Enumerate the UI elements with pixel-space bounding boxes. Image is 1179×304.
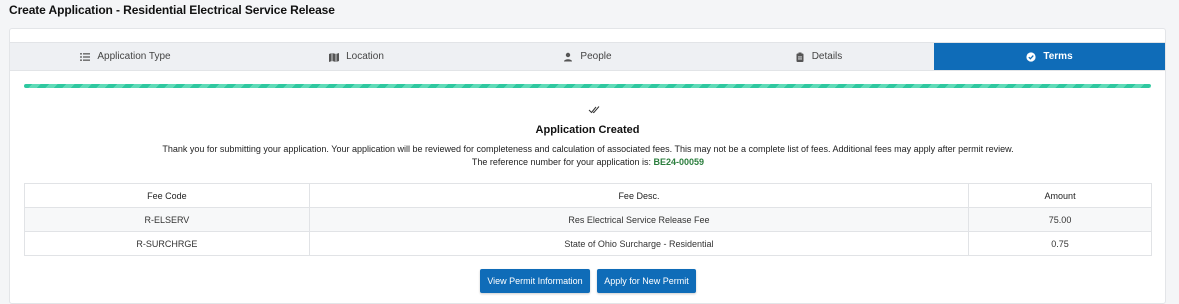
tab-terms[interactable]: Terms bbox=[934, 43, 1165, 70]
tab-label: People bbox=[580, 51, 612, 62]
tab-label: Location bbox=[346, 51, 384, 62]
header-fee-desc: Fee Desc. bbox=[308, 183, 970, 208]
confirmation-message: Thank you for submitting your applicatio… bbox=[160, 143, 1016, 169]
view-permit-button[interactable]: View Permit Information bbox=[480, 269, 590, 293]
tab-application-type[interactable]: Application Type bbox=[10, 43, 241, 70]
wizard-tabs: Application Type Location People Details… bbox=[10, 42, 1165, 71]
map-icon bbox=[329, 52, 340, 62]
progress-bar bbox=[24, 84, 1151, 88]
table-row: R-ELSERV Res Electrical Service Release … bbox=[24, 207, 1152, 232]
tab-label: Terms bbox=[1043, 51, 1073, 62]
fee-code-cell: R-ELSERV bbox=[24, 207, 310, 232]
header-amount: Amount bbox=[968, 183, 1152, 208]
clipboard-icon bbox=[795, 52, 805, 62]
header-fee-code: Fee Code bbox=[24, 183, 310, 208]
person-icon bbox=[563, 52, 573, 62]
tab-label: Details bbox=[811, 51, 843, 62]
table-header-row: Fee Code Fee Desc. Amount bbox=[24, 183, 1152, 208]
fee-code-cell: R-SURCHRGE bbox=[24, 231, 310, 256]
confirmation-title: Application Created bbox=[535, 124, 640, 136]
application-card: Application Type Location People Details… bbox=[9, 28, 1166, 304]
fees-table: Fee Code Fee Desc. Amount R-ELSERV Res E… bbox=[24, 183, 1152, 256]
reference-number: BE24-00059 bbox=[653, 157, 705, 167]
double-check-icon bbox=[588, 106, 600, 114]
page-title: Create Application - Residential Electri… bbox=[9, 3, 335, 17]
confirmation-text: Thank you for submitting your applicatio… bbox=[162, 144, 1014, 167]
tab-details[interactable]: Details bbox=[703, 43, 934, 70]
table-row: R-SURCHRGE State of Ohio Surcharge - Res… bbox=[24, 231, 1152, 256]
fee-desc-cell: Res Electrical Service Release Fee bbox=[308, 207, 970, 232]
check-circle-icon bbox=[1026, 51, 1036, 62]
fee-amount-cell: 75.00 bbox=[968, 207, 1152, 232]
tab-people[interactable]: People bbox=[472, 43, 703, 70]
list-icon bbox=[80, 52, 91, 62]
apply-new-permit-button[interactable]: Apply for New Permit bbox=[597, 269, 696, 293]
tab-location[interactable]: Location bbox=[241, 43, 472, 70]
fee-desc-cell: State of Ohio Surcharge - Residential bbox=[308, 231, 970, 256]
fee-amount-cell: 0.75 bbox=[968, 231, 1152, 256]
tab-label: Application Type bbox=[97, 51, 171, 62]
